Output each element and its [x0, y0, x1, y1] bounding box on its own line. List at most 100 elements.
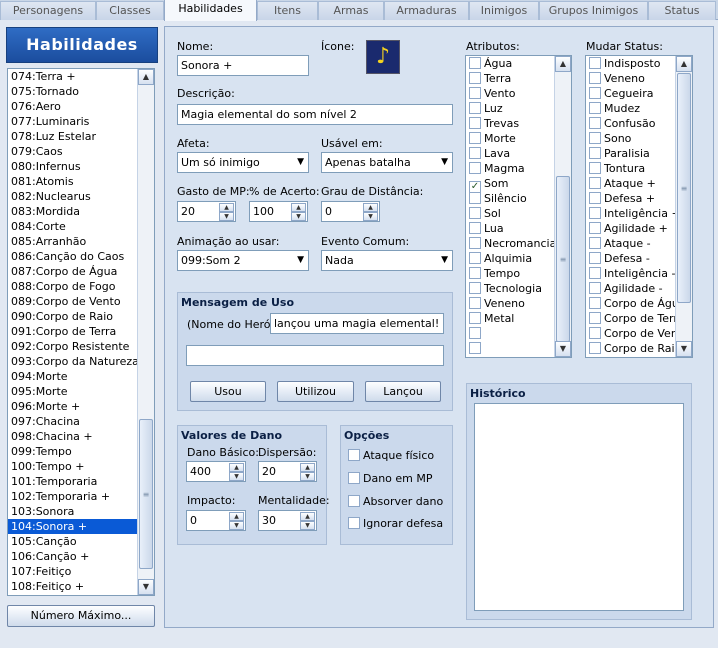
- checkbox-icon[interactable]: [469, 327, 481, 339]
- spin-down-icon[interactable]: ▼: [300, 521, 315, 530]
- checkbox-icon[interactable]: [589, 282, 601, 294]
- music-note-icon[interactable]: ♪: [366, 40, 400, 74]
- skill-list-item[interactable]: 074:Terra +: [8, 69, 154, 84]
- skill-list-item[interactable]: 075:Tornado: [8, 84, 154, 99]
- spin-up-icon[interactable]: ▲: [363, 203, 378, 212]
- checkbox-icon[interactable]: [469, 297, 481, 309]
- skills-list-scrollbar[interactable]: ▲ ≡ ▼: [137, 69, 154, 595]
- attributes-list[interactable]: Água Terra Vento Luz Trevas Morte Lava Magma ✓ So…: [465, 55, 572, 358]
- tab-grupos-inimigos[interactable]: Grupos Inimigos: [539, 1, 648, 20]
- skill-list-item[interactable]: 099:Tempo: [8, 444, 154, 459]
- tab-habilidades[interactable]: Habilidades: [164, 0, 257, 21]
- status-list[interactable]: Indisposto Veneno Cegueira Mudez Confusão Son…: [585, 55, 693, 358]
- checkbox-icon[interactable]: [469, 267, 481, 279]
- skill-list-item[interactable]: 104:Sonora +: [8, 519, 154, 534]
- description-field[interactable]: Magia elemental do som nível 2: [177, 104, 453, 125]
- spin-down-icon[interactable]: ▼: [229, 521, 244, 530]
- skill-list-item[interactable]: 103:Sonora: [8, 504, 154, 519]
- skill-list-item[interactable]: 076:Aero: [8, 99, 154, 114]
- checkbox-icon[interactable]: [469, 192, 481, 204]
- skill-list-item[interactable]: 090:Corpo de Raio: [8, 309, 154, 324]
- checkbox-icon[interactable]: [589, 147, 601, 159]
- skill-list-item[interactable]: 106:Canção +: [8, 549, 154, 564]
- scroll-down-icon[interactable]: ▼: [138, 579, 154, 595]
- skill-list-item[interactable]: 101:Temporaria: [8, 474, 154, 489]
- skill-list-item[interactable]: 088:Corpo de Fogo: [8, 279, 154, 294]
- scroll-up-icon[interactable]: ▲: [676, 56, 692, 72]
- checkbox-icon[interactable]: [589, 162, 601, 174]
- checkbox-icon[interactable]: [469, 117, 481, 129]
- checkbox-icon[interactable]: [589, 237, 601, 249]
- spin-up-icon[interactable]: ▲: [300, 512, 315, 521]
- checkbox-icon[interactable]: [469, 342, 481, 354]
- scroll-up-icon[interactable]: ▲: [555, 56, 571, 72]
- option-absorb-damage[interactable]: Absorver dano: [348, 495, 443, 508]
- utilizou-button[interactable]: Utilizou: [277, 381, 354, 402]
- status-scrollbar[interactable]: ▲ ≡ ▼: [675, 56, 692, 357]
- checkbox-icon[interactable]: [469, 162, 481, 174]
- skill-list-item[interactable]: 108:Feitiço +: [8, 579, 154, 594]
- spin-down-icon[interactable]: ▼: [300, 472, 315, 481]
- skill-list-item[interactable]: 097:Chacina: [8, 414, 154, 429]
- checkbox-icon[interactable]: [589, 297, 601, 309]
- tab-status[interactable]: Status: [648, 1, 716, 20]
- usable-select[interactable]: Apenas batalha ▼: [321, 152, 453, 173]
- option-mp-damage[interactable]: Dano em MP: [348, 472, 433, 485]
- mp-cost-stepper[interactable]: 20 ▲ ▼: [177, 201, 236, 222]
- checkbox-icon[interactable]: [589, 207, 601, 219]
- tab-inimigos[interactable]: Inimigos: [469, 1, 539, 20]
- mentality-stepper[interactable]: 30 ▲ ▼: [258, 510, 317, 531]
- scroll-down-icon[interactable]: ▼: [676, 341, 692, 357]
- checkbox-icon[interactable]: [589, 72, 601, 84]
- checkbox-icon[interactable]: [469, 72, 481, 84]
- spin-up-icon[interactable]: ▲: [219, 203, 234, 212]
- skill-list-item[interactable]: 083:Mordida: [8, 204, 154, 219]
- checkbox-icon[interactable]: [589, 132, 601, 144]
- scroll-down-icon[interactable]: ▼: [555, 341, 571, 357]
- checkbox-icon[interactable]: [589, 267, 601, 279]
- option-physical-attack[interactable]: Ataque físico: [348, 449, 434, 462]
- checkbox-icon[interactable]: [589, 57, 601, 69]
- checkbox-icon[interactable]: [589, 102, 601, 114]
- tab-classes[interactable]: Classes: [96, 1, 164, 20]
- skill-list-item[interactable]: 092:Corpo Resistente: [8, 339, 154, 354]
- skill-list-item[interactable]: 095:Morte: [8, 384, 154, 399]
- checkbox-icon[interactable]: [469, 282, 481, 294]
- checkbox-icon[interactable]: [469, 237, 481, 249]
- max-number-button[interactable]: Número Máximo...: [7, 605, 155, 627]
- distance-stepper[interactable]: 0 ▲ ▼: [321, 201, 380, 222]
- skill-list-item[interactable]: 078:Luz Estelar: [8, 129, 154, 144]
- skill-list-item[interactable]: 105:Canção: [8, 534, 154, 549]
- skill-list-item[interactable]: 089:Corpo de Vento: [8, 294, 154, 309]
- spin-down-icon[interactable]: ▼: [291, 212, 306, 221]
- checkbox-icon[interactable]: [469, 207, 481, 219]
- checkbox-icon[interactable]: [469, 87, 481, 99]
- checkbox-icon[interactable]: [589, 192, 601, 204]
- checkbox-icon[interactable]: [469, 147, 481, 159]
- checkbox-icon[interactable]: [348, 449, 360, 461]
- skill-list-item[interactable]: 100:Tempo +: [8, 459, 154, 474]
- spin-up-icon[interactable]: ▲: [229, 512, 244, 521]
- impact-stepper[interactable]: 0 ▲ ▼: [186, 510, 246, 531]
- checkbox-icon[interactable]: [469, 222, 481, 234]
- skill-list-item[interactable]: 091:Corpo de Terra: [8, 324, 154, 339]
- tab-armas[interactable]: Armas: [318, 1, 384, 20]
- skill-list-item[interactable]: 098:Chacina +: [8, 429, 154, 444]
- checkbox-icon[interactable]: [348, 517, 360, 529]
- scroll-thumb[interactable]: ≡: [139, 419, 153, 569]
- spin-up-icon[interactable]: ▲: [291, 203, 306, 212]
- message-line1-field[interactable]: lançou uma magia elemental!: [270, 313, 444, 334]
- spin-down-icon[interactable]: ▼: [363, 212, 378, 221]
- checkbox-icon[interactable]: [469, 102, 481, 114]
- hit-rate-stepper[interactable]: 100 ▲ ▼: [249, 201, 308, 222]
- tab-itens[interactable]: Itens: [257, 1, 318, 20]
- attributes-scrollbar[interactable]: ▲ ≡ ▼: [554, 56, 571, 357]
- checkbox-icon[interactable]: [589, 117, 601, 129]
- checkbox-icon[interactable]: [348, 495, 360, 507]
- checkbox-icon[interactable]: [469, 252, 481, 264]
- skill-list-item[interactable]: 080:Infernus: [8, 159, 154, 174]
- scroll-thumb[interactable]: ≡: [677, 73, 691, 303]
- skill-list-item[interactable]: 087:Corpo de Água: [8, 264, 154, 279]
- lancou-button[interactable]: Lançou: [365, 381, 441, 402]
- skill-list-item[interactable]: 086:Canção do Caos: [8, 249, 154, 264]
